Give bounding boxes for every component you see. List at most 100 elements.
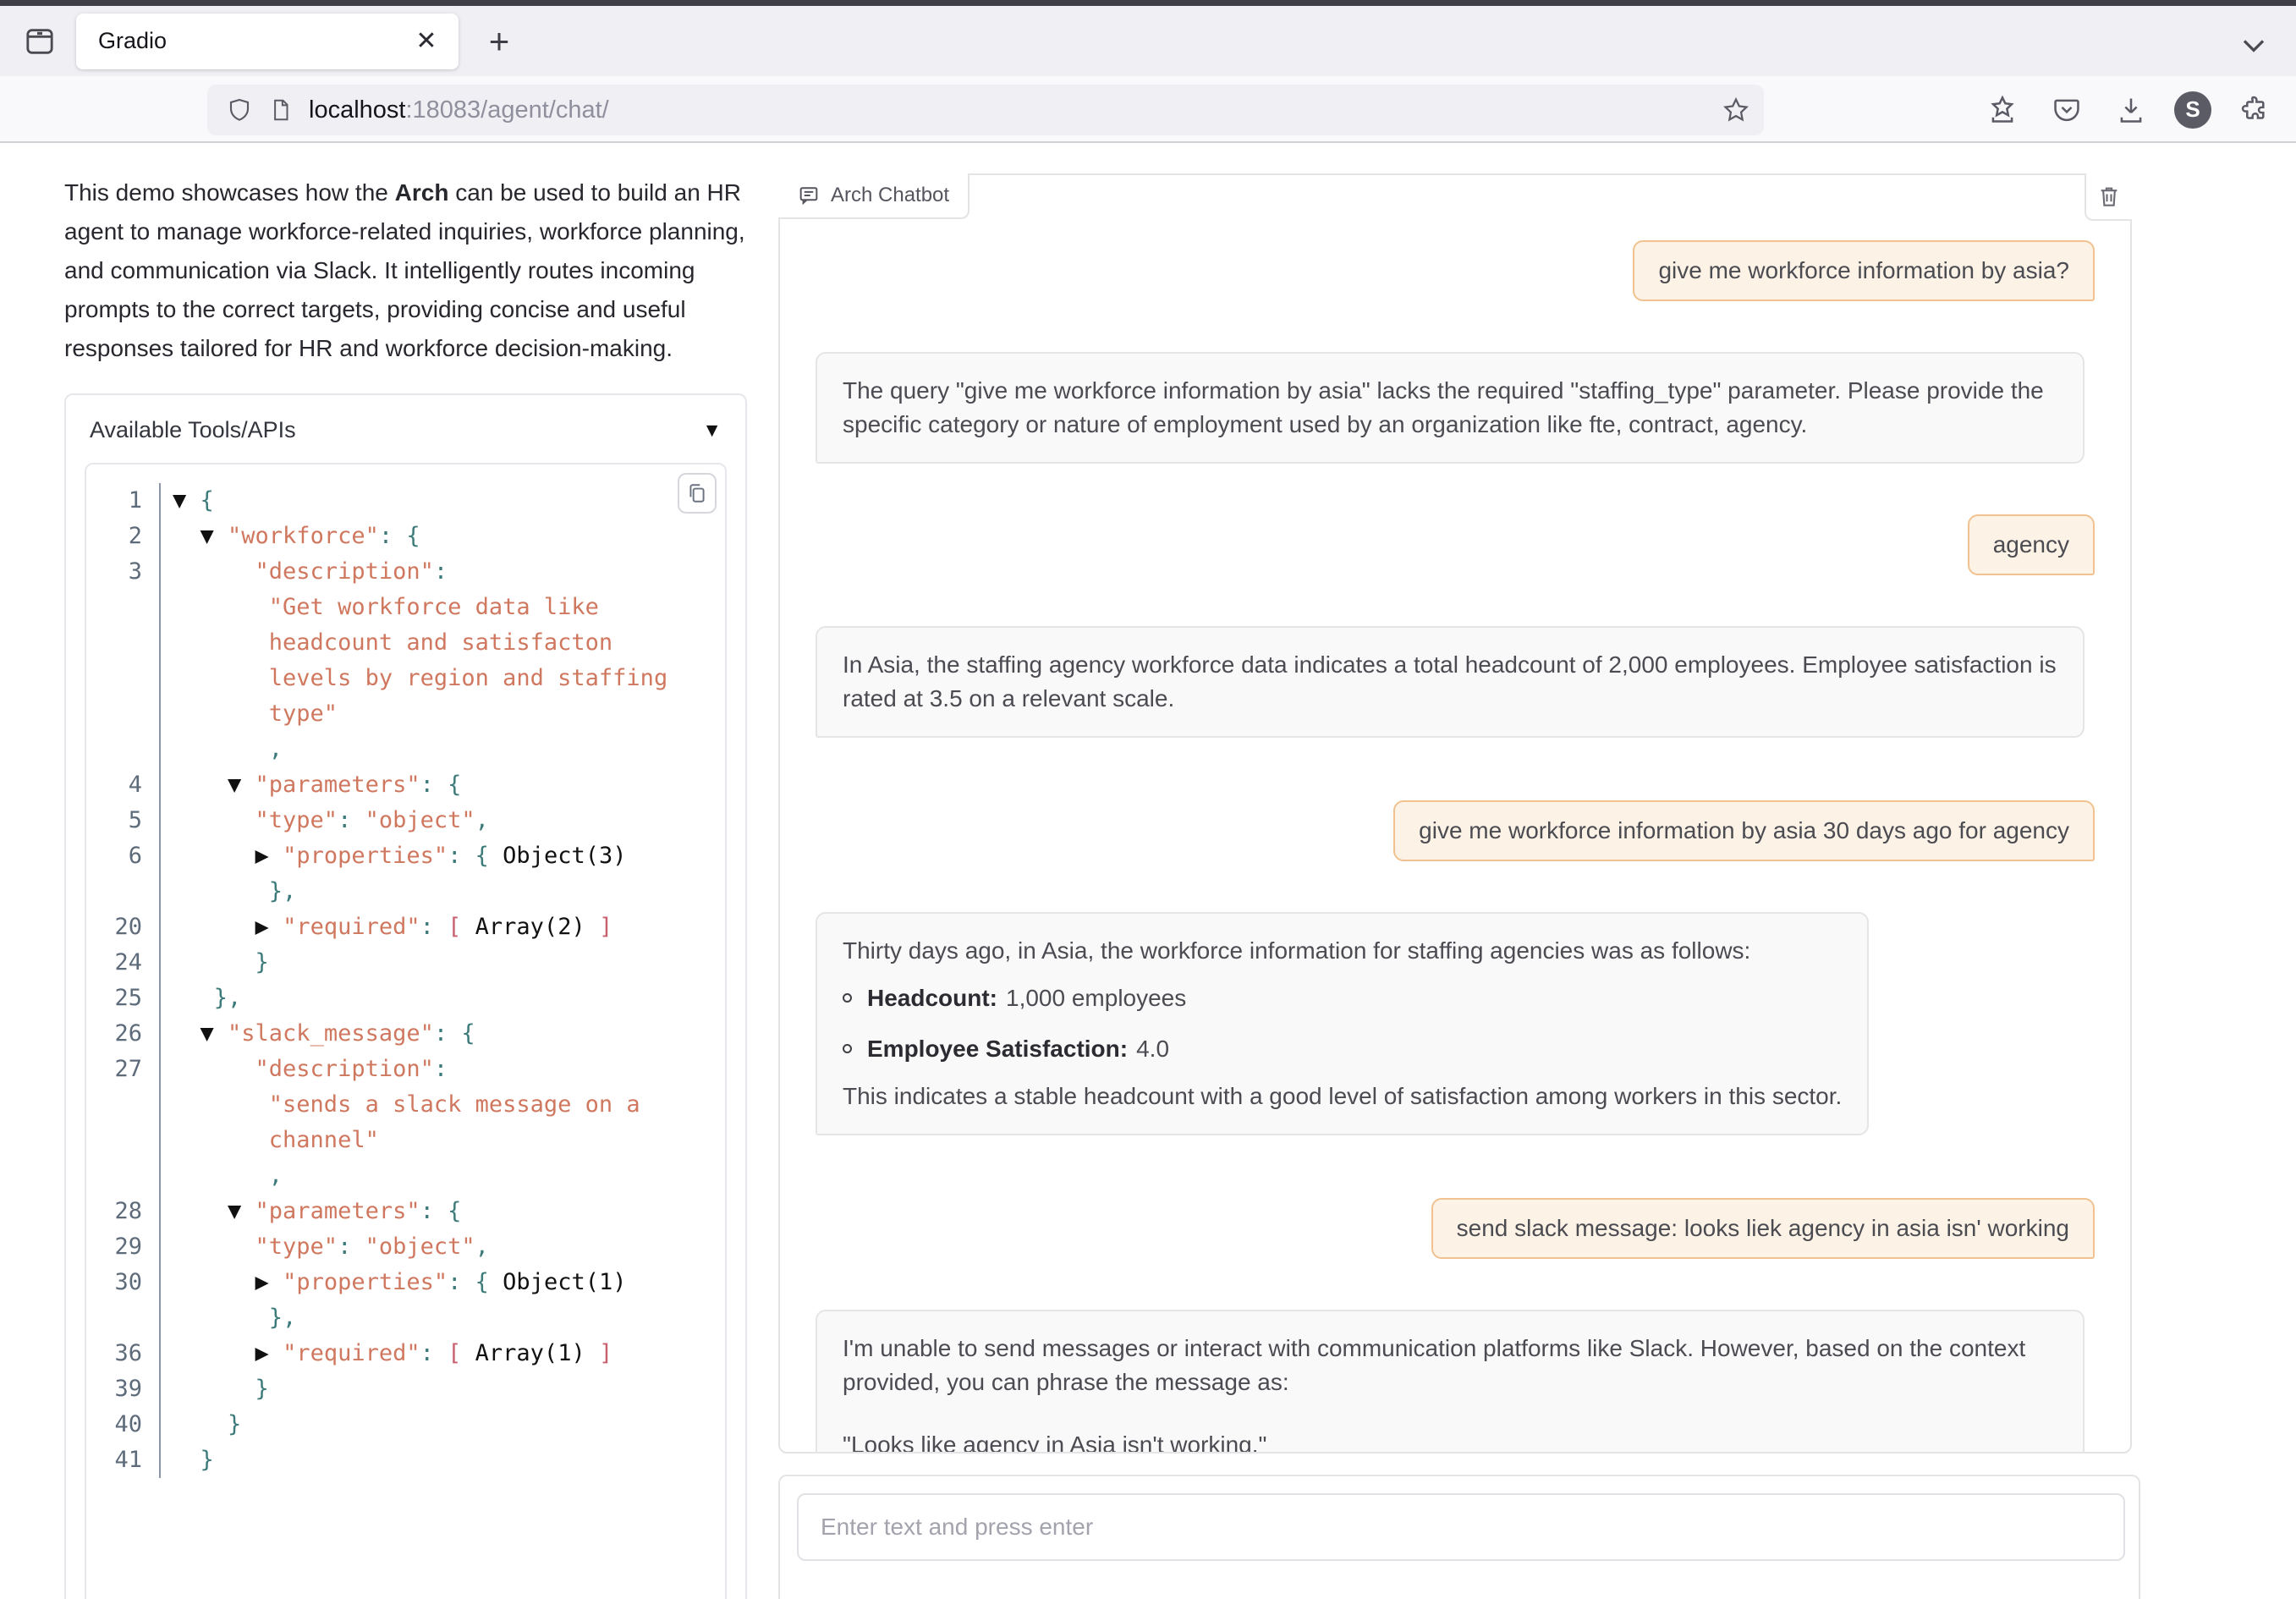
- shield-icon[interactable]: [226, 96, 253, 124]
- bullet-circle-icon: [843, 1044, 852, 1053]
- line-number: [86, 1158, 161, 1194]
- chat-text-input[interactable]: [797, 1493, 2125, 1561]
- tree-toggle-icon[interactable]: ▼: [200, 1020, 228, 1047]
- chatbot-panel: Arch Chatbot give me workforce informati…: [778, 173, 2132, 1453]
- code-line: 20 ▶ "required": [ Array(2) ]: [86, 909, 725, 945]
- tree-toggle-icon[interactable]: ▶: [255, 1269, 283, 1295]
- code-line: ,: [86, 1158, 725, 1194]
- code-line: },: [86, 874, 725, 909]
- line-number: [86, 874, 161, 909]
- line-number: 4: [86, 767, 161, 803]
- chat-message-user: give me workforce information by asia?: [1633, 240, 2095, 301]
- url-bar[interactable]: localhost:18083/agent/chat/: [207, 85, 1764, 135]
- line-number: 36: [86, 1336, 161, 1371]
- line-number: 30: [86, 1265, 161, 1300]
- url-domain: localhost: [309, 96, 405, 124]
- line-number: 20: [86, 909, 161, 945]
- url-text: localhost:18083/agent/chat/: [309, 96, 1722, 124]
- code-line: 29 "type": "object",: [86, 1229, 725, 1265]
- download-icon[interactable]: [2110, 89, 2152, 131]
- line-number: 2: [86, 519, 161, 554]
- account-avatar[interactable]: S: [2174, 91, 2211, 129]
- tree-toggle-icon[interactable]: ▼: [228, 1198, 255, 1224]
- chat-message-bot: Thirty days ago, in Asia, the workforce …: [816, 912, 1869, 1135]
- firefox-view-icon[interactable]: [14, 15, 66, 68]
- line-number: 25: [86, 981, 161, 1016]
- tree-toggle-icon[interactable]: ▶: [255, 1340, 283, 1366]
- tree-toggle-icon[interactable]: ▶: [255, 843, 283, 869]
- chat-message-bot: I'm unable to send messages or interact …: [816, 1310, 2085, 1452]
- line-number: 29: [86, 1229, 161, 1265]
- chat-message-user: give me workforce information by asia 30…: [1393, 800, 2095, 861]
- line-number: 39: [86, 1371, 161, 1407]
- code-line: 30 ▶ "properties": { Object(1): [86, 1265, 725, 1300]
- code-line: 39 }: [86, 1371, 725, 1407]
- code-line: 5 "type": "object",: [86, 803, 725, 838]
- code-line: 1▼ {: [86, 483, 725, 519]
- chevron-down-icon[interactable]: [2235, 26, 2272, 63]
- line-number: 3: [86, 554, 161, 732]
- copy-icon[interactable]: [678, 473, 717, 514]
- bullet-item: Headcount:1,000 employees: [843, 981, 1842, 1015]
- line-number: 5: [86, 803, 161, 838]
- code-line: 25 },: [86, 981, 725, 1016]
- code-line: 3 "description": "Get workforce data lik…: [86, 554, 725, 732]
- code-line: 24 }: [86, 945, 725, 981]
- code-line: 28 ▼ "parameters": {: [86, 1194, 725, 1229]
- line-number: 1: [86, 483, 161, 519]
- pocket-icon[interactable]: [2046, 89, 2088, 131]
- browser-toolbar: localhost:18083/agent/chat/ S: [0, 76, 2296, 143]
- accordion-header[interactable]: Available Tools/APIs ▼: [66, 395, 745, 459]
- line-number: 41: [86, 1442, 161, 1478]
- code-line: 4 ▼ "parameters": {: [86, 767, 725, 803]
- line-number: [86, 1300, 161, 1336]
- gradio-page: This demo showcases how the Arch can be …: [0, 143, 2296, 1599]
- chat-messages: give me workforce information by asia? Th…: [780, 175, 2130, 1452]
- tab-close-icon[interactable]: ✕: [409, 25, 443, 58]
- browser-tab[interactable]: Gradio ✕: [76, 14, 459, 69]
- code-line: ,: [86, 732, 725, 767]
- code-line: 40 }: [86, 1407, 725, 1442]
- chat-message-user: agency: [1968, 514, 2095, 575]
- tab-title: Gradio: [98, 28, 409, 54]
- accordion-caret-icon: ▼: [702, 419, 722, 442]
- code-line: 36 ▶ "required": [ Array(1) ]: [86, 1336, 725, 1371]
- code-line: 27 "description": "sends a slack message…: [86, 1052, 725, 1158]
- json-viewer: 1▼ {2 ▼ "workforce": {3 "description": "…: [85, 463, 727, 1599]
- intro-paragraph: This demo showcases how the Arch can be …: [64, 173, 751, 368]
- chat-message-bot: The query "give me workforce information…: [816, 352, 2085, 464]
- line-number: 28: [86, 1194, 161, 1229]
- line-number: 27: [86, 1052, 161, 1158]
- new-tab-button[interactable]: +: [477, 19, 521, 63]
- line-number: 40: [86, 1407, 161, 1442]
- code-line: },: [86, 1300, 725, 1336]
- chat-message-user: send slack message: looks liek agency in…: [1431, 1198, 2095, 1259]
- bullet-circle-icon: [843, 993, 852, 1003]
- tab-strip: Gradio ✕ +: [0, 6, 2296, 76]
- chat-message-bot: In Asia, the staffing agency workforce d…: [816, 626, 2085, 738]
- tree-toggle-icon[interactable]: ▼: [200, 523, 228, 549]
- tree-toggle-icon[interactable]: ▶: [255, 914, 283, 940]
- code-lines: 1▼ {2 ▼ "workforce": {3 "description": "…: [86, 464, 725, 1599]
- code-line: 6 ▶ "properties": { Object(3): [86, 838, 725, 874]
- intro-bold: Arch: [395, 179, 449, 206]
- tools-accordion: Available Tools/APIs ▼ 1▼ {2 ▼ "workforc…: [64, 393, 747, 1599]
- bullet-item: Employee Satisfaction:4.0: [843, 1032, 1842, 1066]
- page-info-icon[interactable]: [268, 96, 294, 124]
- line-number: 26: [86, 1016, 161, 1052]
- code-line: 41 }: [86, 1442, 725, 1478]
- code-line: 2 ▼ "workforce": {: [86, 519, 725, 554]
- bookmark-star-icon[interactable]: [1722, 96, 1750, 124]
- tree-toggle-icon[interactable]: ▼: [228, 772, 255, 798]
- line-number: [86, 732, 161, 767]
- chat-input-form: [778, 1475, 2140, 1599]
- line-number: 24: [86, 945, 161, 981]
- line-number: 6: [86, 838, 161, 874]
- url-path: :18083/agent/chat/: [405, 96, 608, 124]
- toolbar-icons: S: [1981, 76, 2296, 143]
- code-line: 26 ▼ "slack_message": {: [86, 1016, 725, 1052]
- extensions-puzzle-icon[interactable]: [2233, 89, 2276, 131]
- accordion-title: Available Tools/APIs: [90, 417, 296, 443]
- tree-toggle-icon[interactable]: ▼: [173, 487, 200, 514]
- save-bookmark-icon[interactable]: [1981, 89, 2024, 131]
